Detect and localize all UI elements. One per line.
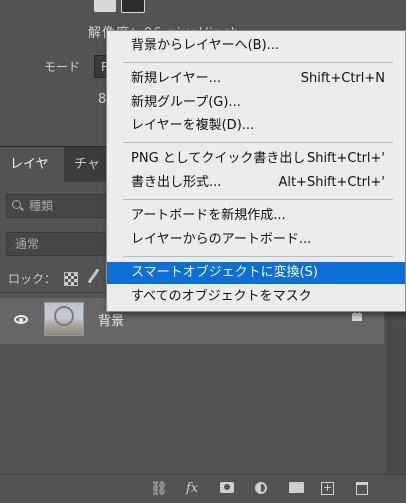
mode-label: モード [44, 60, 81, 74]
add-mask-icon[interactable] [220, 482, 234, 493]
menu-item-label: レイヤーを複製(D)... [131, 118, 255, 133]
lock-icon[interactable] [352, 308, 362, 321]
new-layer-icon[interactable]: + [321, 482, 334, 495]
menu-item-convert-to-smart-object[interactable]: スマートオブジェクトに変換(S) [107, 262, 405, 284]
menu-item-new-artboard[interactable]: アートボードを新規作成... [107, 205, 405, 227]
menu-item-new-group[interactable]: 新規グループ(G)... [107, 92, 405, 114]
menu-item-label: レイヤーからのアートボード... [131, 232, 312, 247]
layer-context-menu: 背景からレイヤーへ(B)... 新規レイヤー... Shift+Ctrl+N 新規… [106, 30, 406, 312]
menu-item-artboard-from-layers[interactable]: レイヤーからのアートボード... [107, 229, 405, 251]
menu-item-label: 新規レイヤー... [131, 71, 222, 86]
eye-icon[interactable] [14, 315, 28, 324]
menu-separator [123, 199, 393, 200]
new-group-folder-icon[interactable] [289, 482, 304, 493]
tab-layers[interactable]: レイヤー [0, 147, 64, 208]
trash-icon[interactable] [356, 482, 368, 495]
menu-item-label: すべてのオブジェクトをマスク [131, 289, 312, 304]
menu-item-label: 書き出し形式... [131, 175, 222, 190]
menu-separator [123, 62, 393, 63]
fx-icon[interactable]: fx [186, 482, 198, 496]
artboard-icon[interactable] [121, 0, 145, 13]
menu-item-shortcut: Alt+Shift+Ctrl+' [278, 175, 385, 190]
menu-separator [123, 256, 393, 257]
menu-item-duplicate-layer[interactable]: レイヤーを複製(D)... [107, 115, 405, 137]
menu-item-new-layer[interactable]: 新規レイヤー... Shift+Ctrl+N [107, 68, 405, 90]
adjustment-layer-icon[interactable] [255, 482, 267, 494]
layers-bottom-toolbar [0, 474, 406, 503]
menu-item-label: PNG としてクイック書き出し [131, 151, 306, 166]
menu-item-label: 背景からレイヤーへ(B)... [131, 38, 280, 53]
menu-item-background-to-layer[interactable]: 背景からレイヤーへ(B)... [107, 35, 405, 57]
lock-label: ロック： [8, 272, 57, 286]
search-icon [12, 200, 21, 209]
menu-item-quick-export-png[interactable]: PNG としてクイック書き出し Shift+Ctrl+' [107, 148, 405, 170]
menu-item-shortcut: Shift+Ctrl+N [300, 71, 385, 86]
menu-item-label: 新規グループ(G)... [131, 95, 241, 110]
lock-transparency-icon[interactable] [64, 272, 78, 286]
menu-item-export-as[interactable]: 書き出し形式... Alt+Shift+Ctrl+' [107, 172, 405, 194]
thumbnail-ferris-wheel [54, 306, 74, 326]
menu-separator [123, 142, 393, 143]
menu-item-label: アートボードを新規作成... [131, 208, 286, 223]
layer-name[interactable]: 背景 [98, 310, 124, 329]
menu-item-label: スマートオブジェクトに変換(S) [131, 265, 319, 280]
menu-item-mask-all-objects[interactable]: すべてのオブジェクトをマスク [107, 286, 405, 308]
menu-item-shortcut: Shift+Ctrl+' [306, 151, 385, 166]
blend-mode-select[interactable]: 通常 [6, 232, 116, 256]
layer-filter-select[interactable]: 種類 [6, 194, 116, 218]
link-layers-icon[interactable]: ⛓ [150, 482, 168, 496]
document-icon[interactable] [94, 0, 116, 12]
